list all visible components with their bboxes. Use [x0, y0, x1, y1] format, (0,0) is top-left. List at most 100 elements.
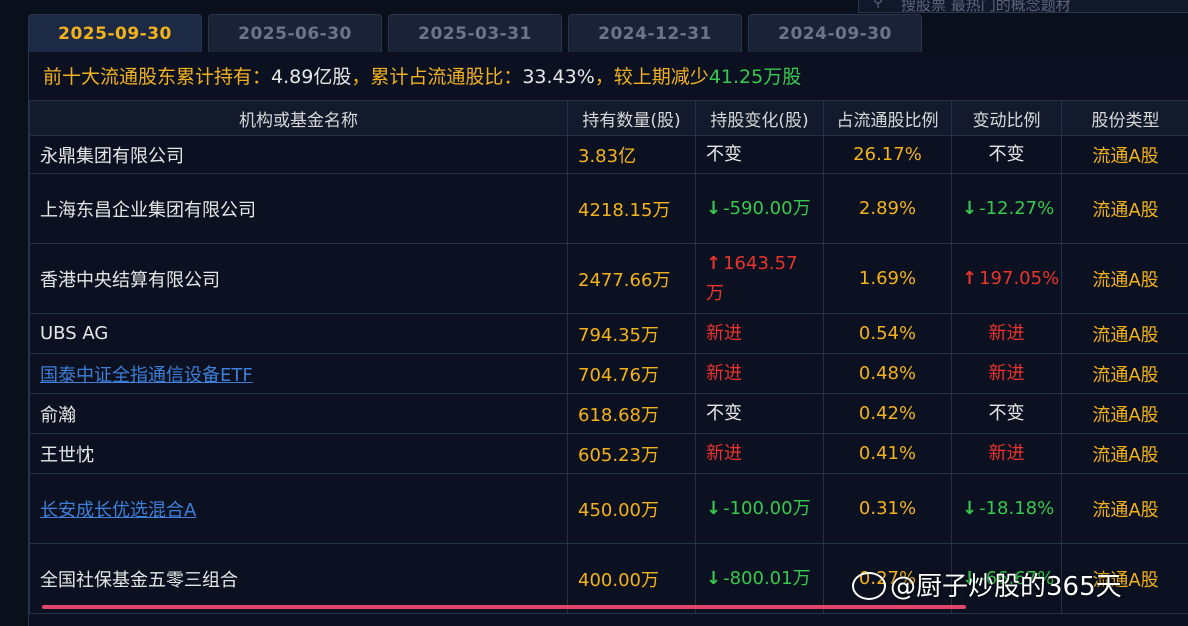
arrow-down-icon: ↓ — [706, 197, 722, 219]
watermark-text: @厨子炒股的365天 — [890, 572, 1122, 602]
holder-change-ratio-text: -12.27% — [979, 197, 1055, 219]
holder-change-value: ↑ 1643.57万 — [706, 249, 813, 309]
holder-change-ratio: 不变 — [951, 135, 1062, 174]
holder-change-ratio-value: ↑ 197.05% — [962, 264, 1059, 294]
holder-change-text: 不变 — [706, 402, 742, 424]
holder-shares: 2477.66万 — [567, 243, 696, 314]
holder-share-type: 流通A股 — [1061, 135, 1188, 174]
holder-change-text: -590.00万 — [723, 197, 811, 219]
holder-change-text: -800.01万 — [723, 567, 811, 589]
holder-change: ↑ 1643.57万 — [695, 243, 824, 314]
holder-share-type: 流通A股 — [1061, 433, 1188, 474]
holder-change-ratio-value: 新进 — [989, 319, 1025, 349]
holders-table: 机构或基金名称 持有数量(股) 持股变化(股) 占流通股比例 变动比例 股份类型… — [29, 100, 1188, 614]
holder-change-ratio-text: 新进 — [988, 322, 1025, 344]
table-row[interactable]: 国泰中证全指通信设备ETF 704.76万 新进 0.48% 新进 流通A股 — [29, 353, 1188, 394]
holder-change-ratio-value: ↓ -12.27% — [962, 194, 1054, 224]
holder-name-link[interactable]: 国泰中证全指通信设备ETF — [29, 353, 568, 394]
tab-2025-06-30[interactable]: 2025-06-30 — [208, 14, 382, 53]
summary-label-change: ，较上期减少 — [594, 66, 709, 88]
holder-change: 不变 — [695, 135, 824, 174]
table-row[interactable]: UBS AG 794.35万 新进 0.54% 新进 流通A股 — [29, 313, 1188, 354]
header-shares[interactable]: 持有数量(股) — [567, 100, 696, 136]
search-box[interactable]: ⚲ 搜股票 最热门的概念题材 — [858, 0, 1188, 14]
holder-change: 新进 — [695, 313, 824, 354]
holder-change-value: ↓ -100.00万 — [706, 494, 811, 524]
holder-shares: 400.00万 — [567, 543, 696, 614]
table-row[interactable]: 上海东昌企业集团有限公司 4218.15万 ↓ -590.00万 2.89% ↓ -12.2… — [29, 173, 1188, 244]
holder-ratio: 2.89% — [823, 173, 952, 244]
tab-2025-09-30[interactable]: 2025-09-30 — [28, 14, 202, 53]
header-ratio[interactable]: 占流通股比例 — [823, 100, 952, 136]
holder-name-link[interactable]: 长安成长优选混合A — [29, 473, 568, 544]
arrow-down-icon: ↓ — [706, 567, 722, 589]
holder-change-text: -100.00万 — [723, 497, 811, 519]
holders-summary: 前十大流通股东累计持有：4.89亿股，累计占流通股比：33.43%，较上期减少4… — [43, 62, 801, 89]
holder-change-ratio: 新进 — [951, 353, 1062, 394]
holder-change-ratio: ↓ -18.18% — [951, 473, 1062, 544]
arrow-down-icon: ↓ — [962, 497, 978, 519]
holder-share-type: 流通A股 — [1061, 313, 1188, 354]
holder-change: ↓ -590.00万 — [695, 173, 824, 244]
holder-change-text: 新进 — [706, 322, 742, 344]
holder-change-ratio: 不变 — [951, 393, 1062, 434]
holder-name: 永鼎集团有限公司 — [29, 135, 568, 174]
paw-icon — [852, 571, 886, 600]
holder-change: 新进 — [695, 353, 824, 394]
header-name[interactable]: 机构或基金名称 — [29, 100, 568, 136]
holder-change-text: 新进 — [706, 362, 742, 384]
holder-change-value: ↓ -590.00万 — [706, 194, 811, 224]
holder-share-type: 流通A股 — [1061, 393, 1188, 434]
holder-ratio: 26.17% — [823, 135, 952, 174]
arrow-down-icon: ↓ — [706, 497, 722, 519]
holder-shares: 704.76万 — [567, 353, 696, 394]
holder-ratio: 0.54% — [823, 313, 952, 354]
holder-share-type: 流通A股 — [1061, 353, 1188, 394]
holder-change-text: 不变 — [706, 143, 742, 165]
holder-share-type: 流通A股 — [1061, 173, 1188, 244]
table-row[interactable]: 俞瀚 618.68万 不变 0.42% 不变 流通A股 — [29, 393, 1188, 434]
highlight-underline — [42, 605, 966, 609]
holder-shares: 450.00万 — [567, 473, 696, 544]
tab-2024-12-31[interactable]: 2024-12-31 — [568, 14, 742, 53]
holder-change-ratio-value: 不变 — [989, 140, 1025, 170]
summary-label-ratio: ，累计占流通股比： — [351, 66, 523, 88]
table-row[interactable]: 香港中央结算有限公司 2477.66万 ↑ 1643.57万 1.69% ↑ 197.05%… — [29, 243, 1188, 314]
holder-share-type: 流通A股 — [1061, 243, 1188, 314]
holder-name: 俞瀚 — [29, 393, 568, 434]
tab-2024-09-30[interactable]: 2024-09-30 — [748, 14, 922, 53]
holder-change-value: 不变 — [706, 140, 742, 170]
header-change[interactable]: 持股变化(股) — [695, 100, 824, 136]
holder-ratio: 0.48% — [823, 353, 952, 394]
summary-label-total: 前十大流通股东累计持有： — [43, 66, 272, 88]
holder-change-ratio-text: 新进 — [988, 362, 1025, 384]
table-row[interactable]: 长安成长优选混合A 450.00万 ↓ -100.00万 0.31% ↓ -18.18% 流通… — [29, 473, 1188, 544]
header-share-type[interactable]: 股份类型 — [1061, 100, 1188, 136]
holder-shares: 618.68万 — [567, 393, 696, 434]
holder-change-ratio-value: 不变 — [989, 399, 1025, 429]
header-change-ratio[interactable]: 变动比例 — [951, 100, 1062, 136]
holder-name: 上海东昌企业集团有限公司 — [29, 173, 568, 244]
holder-ratio: 0.42% — [823, 393, 952, 434]
search-placeholder: 搜股票 最热门的概念题材 — [901, 0, 1071, 14]
summary-value-ratio: 33.43% — [522, 66, 595, 88]
holder-change-value: 新进 — [706, 359, 742, 389]
search-icon: ⚲ — [873, 0, 884, 10]
summary-value-total: 4.89亿股 — [271, 66, 352, 88]
holder-change: ↓ -800.01万 — [695, 543, 824, 614]
tab-2025-03-31[interactable]: 2025-03-31 — [388, 14, 562, 53]
table-row[interactable]: 王世忱 605.23万 新进 0.41% 新进 流通A股 — [29, 433, 1188, 474]
summary-value-change: 41.25万股 — [708, 66, 802, 88]
holder-change-value: 新进 — [706, 319, 742, 349]
holder-name: 香港中央结算有限公司 — [29, 243, 568, 314]
holder-change-ratio: ↑ 197.05% — [951, 243, 1062, 314]
holder-shares: 794.35万 — [567, 313, 696, 354]
holder-change-ratio: 新进 — [951, 433, 1062, 474]
holder-change-ratio: 新进 — [951, 313, 1062, 354]
arrow-up-icon: ↑ — [706, 252, 722, 274]
holder-change-ratio: ↓ -12.27% — [951, 173, 1062, 244]
table-row[interactable]: 永鼎集团有限公司 3.83亿 不变 26.17% 不变 流通A股 — [29, 135, 1188, 174]
holder-change-value: 不变 — [706, 399, 742, 429]
holder-change: ↓ -100.00万 — [695, 473, 824, 544]
holders-panel: 前十大流通股东累计持有：4.89亿股，累计占流通股比：33.43%，较上期减少4… — [28, 52, 1188, 626]
